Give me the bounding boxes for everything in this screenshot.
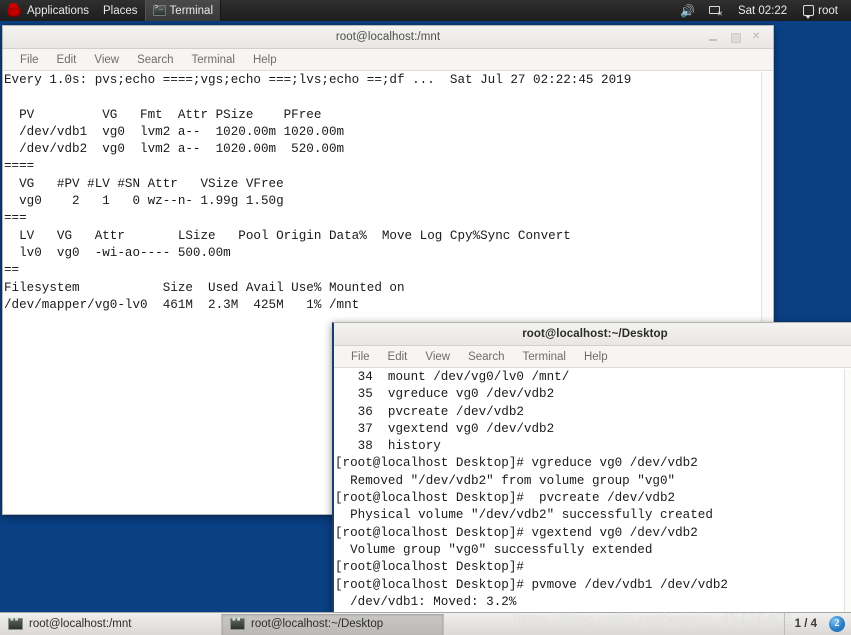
close-icon[interactable] (752, 31, 763, 43)
minimize-icon[interactable] (708, 32, 719, 43)
terminal-icon (230, 617, 245, 630)
task-button-desktop[interactable]: root@localhost:~/Desktop (222, 613, 444, 635)
user-menu-label: root (818, 4, 838, 17)
places-menu-label: Places (103, 4, 138, 17)
task-button-label: root@localhost:~/Desktop (251, 618, 384, 630)
clock[interactable]: Sat 02:22 (729, 0, 796, 21)
network-disconnected-icon: ✕ (708, 5, 723, 18)
menu-edit[interactable]: Edit (379, 346, 417, 368)
top-panel-left: Applications Places Terminal (0, 0, 222, 21)
menu-search[interactable]: Search (459, 346, 513, 368)
menu-terminal[interactable]: Terminal (183, 49, 244, 71)
menubar-mnt: File Edit View Search Terminal Help (3, 49, 773, 71)
top-panel-right: 🔊 ✕ Sat 02:22 root (673, 0, 851, 21)
menu-help[interactable]: Help (575, 346, 617, 368)
tray-notification-icon[interactable]: 2 (829, 616, 845, 632)
volume-indicator[interactable]: 🔊 (673, 0, 702, 21)
applications-menu-label: Applications (27, 4, 90, 17)
titlebar-mnt[interactable]: root@localhost:/mnt (3, 26, 773, 49)
terminal-output-desktop[interactable]: 34 mount /dev/vg0/lv0 /mnt/ 35 vgreduce … (334, 368, 851, 615)
user-icon (803, 5, 815, 19)
places-menu[interactable]: Places (96, 0, 145, 21)
menu-terminal[interactable]: Terminal (514, 346, 575, 368)
menu-file[interactable]: File (11, 49, 48, 71)
workspace-switcher[interactable]: 1 / 4 (783, 612, 827, 635)
scrollbar-desktop[interactable] (844, 369, 851, 616)
user-menu[interactable]: root (796, 0, 845, 21)
terminal-window-desktop[interactable]: root@localhost:~/Desktop File Edit View … (332, 322, 851, 616)
window-title-desktop: root@localhost:~/Desktop (522, 328, 668, 340)
taskbar: root@localhost:/mnt root@localhost:~/Des… (0, 612, 851, 635)
network-indicator[interactable]: ✕ (702, 0, 729, 21)
task-button-label: root@localhost:/mnt (29, 618, 132, 630)
terminal-icon (152, 4, 166, 16)
task-button-mnt[interactable]: root@localhost:/mnt (0, 613, 222, 635)
window-buttons-mnt (708, 26, 769, 49)
desktop: Applications Places Terminal 🔊 ✕ Sat 02:… (0, 0, 851, 635)
redhat-logo-icon (7, 2, 21, 17)
menubar-desktop: File Edit View Search Terminal Help (334, 346, 851, 368)
menu-search[interactable]: Search (128, 49, 182, 71)
menu-view[interactable]: View (416, 346, 459, 368)
clock-label: Sat 02:22 (737, 4, 788, 17)
window-title-mnt: root@localhost:/mnt (335, 31, 441, 43)
active-app-terminal[interactable]: Terminal (144, 0, 222, 21)
titlebar-desktop[interactable]: root@localhost:~/Desktop (334, 323, 851, 346)
active-app-label: Terminal (169, 4, 214, 17)
terminal-icon (8, 617, 23, 630)
top-panel: Applications Places Terminal 🔊 ✕ Sat 02:… (0, 0, 851, 21)
applications-menu[interactable]: Applications (0, 0, 96, 21)
volume-icon: 🔊 (679, 3, 695, 18)
menu-edit[interactable]: Edit (48, 49, 86, 71)
menu-help[interactable]: Help (244, 49, 286, 71)
menu-file[interactable]: File (342, 346, 379, 368)
menu-view[interactable]: View (85, 49, 128, 71)
maximize-icon[interactable] (730, 32, 741, 43)
